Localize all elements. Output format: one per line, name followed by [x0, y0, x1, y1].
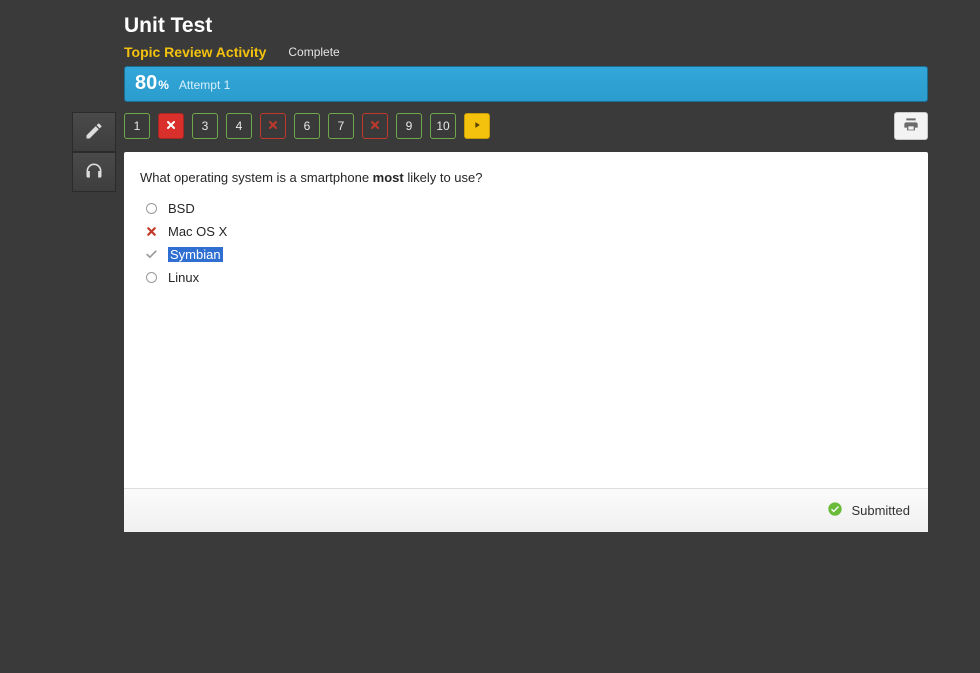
question-nav: 1 34 67 9 10	[124, 113, 894, 139]
x-icon	[267, 119, 279, 134]
options-list: BSD Mac OS X Symbian Linux	[144, 201, 912, 285]
question-nav-4[interactable]: 4	[226, 113, 252, 139]
question-nav-1[interactable]: 1	[124, 113, 150, 139]
score-value: 80%	[135, 72, 169, 95]
pencil-button[interactable]	[72, 112, 116, 152]
question-text: What operating system is a smartphone mo…	[140, 170, 912, 185]
play-icon	[472, 119, 482, 133]
option-4[interactable]: Linux	[144, 270, 912, 285]
attempt-label: Attempt 1	[179, 78, 230, 92]
question-suffix: likely to use?	[404, 170, 483, 185]
question-nav-2[interactable]	[158, 113, 184, 139]
submitted-label: Submitted	[851, 503, 910, 518]
option-1[interactable]: BSD	[144, 201, 912, 216]
option-label: Symbian	[168, 247, 223, 262]
question-nav-5[interactable]	[260, 113, 286, 139]
toolbar: 1 34 67 9 10	[124, 112, 928, 140]
radio-icon	[144, 271, 158, 285]
x-icon	[165, 119, 177, 134]
next-button[interactable]	[464, 113, 490, 139]
score-number: 80	[135, 72, 157, 94]
headphones-button[interactable]	[72, 152, 116, 192]
question-nav-9[interactable]: 9	[396, 113, 422, 139]
question-nav-6[interactable]: 6	[294, 113, 320, 139]
option-label: BSD	[168, 201, 195, 216]
check-icon	[144, 248, 158, 262]
option-3[interactable]: Symbian	[144, 247, 912, 262]
panel-footer: Submitted	[124, 488, 928, 532]
option-label: Mac OS X	[168, 224, 227, 239]
page-title: Unit Test	[124, 14, 928, 38]
question-prefix: What operating system is a smartphone	[140, 170, 373, 185]
question-nav-3[interactable]: 3	[192, 113, 218, 139]
pencil-icon	[84, 121, 104, 144]
topic-label: Topic Review Activity	[124, 44, 266, 60]
x-icon	[369, 119, 381, 134]
radio-icon	[144, 202, 158, 216]
sub-header: Topic Review Activity Complete	[124, 44, 928, 60]
question-panel: What operating system is a smartphone mo…	[124, 152, 928, 532]
print-icon	[902, 117, 920, 136]
print-button[interactable]	[894, 112, 928, 140]
question-nav-10[interactable]: 10	[430, 113, 456, 139]
side-tools	[72, 112, 116, 192]
score-pct: %	[158, 78, 169, 92]
option-2[interactable]: Mac OS X	[144, 224, 912, 239]
check-circle-icon	[827, 501, 843, 520]
x-icon	[144, 225, 158, 239]
score-bar: 80% Attempt 1	[124, 66, 928, 102]
question-nav-7[interactable]: 7	[328, 113, 354, 139]
option-label: Linux	[168, 270, 199, 285]
status-label: Complete	[288, 45, 339, 59]
question-emphasis: most	[373, 170, 404, 185]
headphones-icon	[84, 161, 104, 184]
question-nav-8[interactable]	[362, 113, 388, 139]
